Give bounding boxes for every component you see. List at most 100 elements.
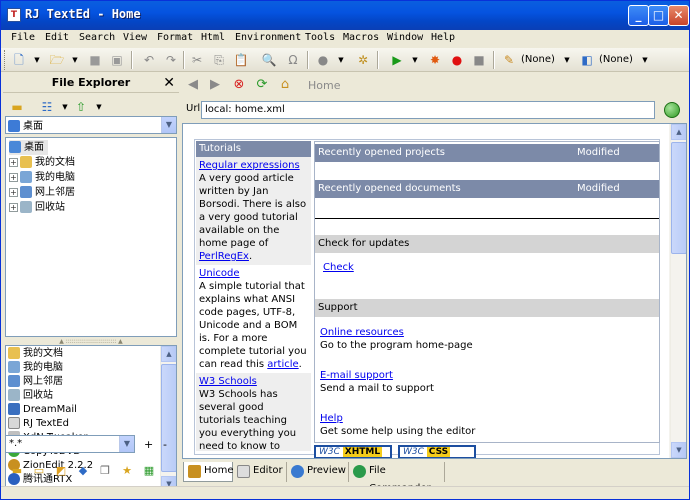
menu-edit[interactable]: Edit (45, 32, 69, 43)
expand-icon[interactable]: + (9, 172, 18, 182)
combo2-dropdown-icon[interactable]: ▼ (637, 52, 653, 68)
back-arrow-icon[interactable]: ◀ (185, 77, 201, 93)
menu-window[interactable]: Window (387, 32, 423, 43)
tab-editor[interactable]: Editor (233, 462, 287, 482)
view-scrollbar[interactable]: ▲ ▼ (669, 124, 686, 458)
grid-view-icon[interactable]: ▦ (141, 463, 157, 479)
list-item[interactable]: RJ TextEd (8, 417, 69, 431)
insert-dropdown-icon[interactable]: ▼ (333, 52, 349, 68)
list-item[interactable]: 回收站 (8, 389, 53, 403)
tab-file-commander[interactable]: File Commander (349, 462, 445, 494)
w3c-xhtml-badge[interactable]: W3C XHTML (314, 445, 392, 458)
menu-macros[interactable]: Macros (343, 32, 379, 43)
filter-add-button[interactable]: + (144, 438, 153, 451)
tree-item[interactable]: + 我的文档 (9, 155, 75, 170)
list-item[interactable]: 我的电脑 (8, 361, 63, 375)
go-icon[interactable] (664, 102, 680, 118)
open-dropdown-icon[interactable]: ▼ (67, 52, 83, 68)
folder-icon[interactable]: ▬ (9, 99, 25, 115)
combo1-value[interactable]: (None) (521, 54, 555, 65)
save-icon[interactable]: ■ (87, 52, 103, 68)
list-item[interactable]: 网上邻居 (8, 375, 63, 389)
view-mode-icon[interactable]: ☷ (39, 99, 55, 115)
menu-view[interactable]: View (123, 32, 147, 43)
menu-environment[interactable]: Environment (235, 32, 301, 43)
regex-link[interactable]: Regular expressions (199, 160, 300, 171)
folder-star-icon[interactable]: ◩ (53, 463, 69, 479)
tree-item[interactable]: 桌面 (9, 140, 48, 155)
tree-item[interactable]: + 我的电脑 (9, 170, 75, 185)
network-drive-icon[interactable]: ◆ (75, 463, 91, 479)
up-dropdown-icon[interactable]: ▼ (91, 99, 107, 115)
omega-icon[interactable]: Ω (285, 52, 301, 68)
home-nav-label[interactable]: Home (308, 79, 340, 92)
toolbar-grip[interactable] (4, 50, 7, 70)
open-file-icon[interactable]: 🗁 (49, 52, 65, 68)
undo-icon[interactable]: ↶ (141, 52, 157, 68)
list-item[interactable]: DreamMail (8, 403, 77, 417)
unicode-link[interactable]: Unicode (199, 268, 240, 279)
play-dropdown-icon[interactable]: ▼ (407, 52, 423, 68)
w3c-css-badge[interactable]: W3C CSS (398, 445, 476, 458)
menu-file[interactable]: File (11, 32, 35, 43)
filter-combo[interactable]: *.* ▼ (5, 435, 135, 453)
url-input[interactable]: local: home.xml (201, 101, 655, 119)
redo-icon[interactable]: ↷ (163, 52, 179, 68)
stop-macro-icon[interactable]: ■ (471, 52, 487, 68)
new-file-icon[interactable]: 🗋 (11, 52, 27, 68)
w3schools-link[interactable]: W3 Schools (199, 376, 257, 387)
highlighter-icon[interactable]: ◧ (579, 52, 595, 68)
pencil-icon[interactable]: ✎ (501, 52, 517, 68)
scroll-up-icon[interactable]: ▲ (671, 124, 686, 140)
tab-preview[interactable]: Preview (287, 462, 349, 482)
chevron-down-icon[interactable]: ▼ (119, 436, 134, 452)
refresh-icon[interactable]: ⟳ (254, 77, 270, 93)
combo2-value[interactable]: (None) (599, 54, 633, 65)
view-dropdown-icon[interactable]: ▼ (57, 99, 73, 115)
open-folder-icon[interactable]: ▭ (31, 463, 47, 479)
expand-icon[interactable]: + (9, 187, 18, 197)
close-button[interactable]: ✕ (668, 5, 689, 26)
close-panel-icon[interactable]: ✕ (163, 73, 175, 93)
tree-item[interactable]: + 网上邻居 (9, 185, 75, 200)
article-link[interactable]: article (267, 359, 298, 370)
view-scrollbar-track[interactable]: ▲ ▼ (670, 124, 686, 458)
record-macro-icon[interactable]: ● (449, 52, 465, 68)
cut-icon[interactable]: ✂ (189, 52, 205, 68)
menu-format[interactable]: Format (157, 32, 193, 43)
online-resources-link[interactable]: Online resources (320, 327, 404, 338)
menu-search[interactable]: Search (79, 32, 115, 43)
tree-item[interactable]: + 回收站 (9, 200, 65, 215)
copy-file-icon[interactable]: ❐ (97, 463, 113, 479)
up-folder-icon[interactable]: ⇧ (73, 99, 89, 115)
menu-help[interactable]: Help (431, 32, 455, 43)
new-dropdown-icon[interactable]: ▼ (29, 52, 45, 68)
scroll-down-icon[interactable]: ▼ (671, 442, 686, 458)
home-icon[interactable]: ⌂ (277, 77, 293, 93)
perlregex-link[interactable]: PerlRegEx (199, 251, 249, 262)
combo1-dropdown-icon[interactable]: ▼ (559, 52, 575, 68)
check-link-text[interactable]: Check (323, 262, 354, 273)
check-link[interactable]: Check (323, 261, 354, 274)
step-icon[interactable]: ✸ (427, 52, 443, 68)
find-icon[interactable]: 🔍 (261, 52, 277, 68)
save-all-icon[interactable]: ▣ (109, 52, 125, 68)
app-icon[interactable]: T (7, 8, 21, 22)
paste-icon[interactable]: 📋 (233, 52, 249, 68)
maximize-button[interactable]: □ (648, 5, 669, 26)
new-folder-icon[interactable]: ▬ (9, 463, 25, 479)
scroll-thumb[interactable] (161, 364, 176, 472)
menu-tools[interactable]: Tools (305, 32, 335, 43)
tab-home[interactable]: Home (183, 462, 234, 482)
stop-icon[interactable]: ⊗ (231, 77, 247, 93)
help-link[interactable]: Help (320, 413, 343, 424)
scroll-up-icon[interactable]: ▲ (161, 346, 176, 362)
expand-icon[interactable]: + (9, 202, 18, 212)
expand-icon[interactable]: + (9, 157, 18, 167)
minimize-button[interactable]: _ (628, 5, 649, 26)
copy-icon[interactable]: ⎘ (211, 52, 227, 68)
scroll-thumb[interactable] (671, 142, 686, 254)
forward-arrow-icon[interactable]: ▶ (207, 77, 223, 93)
list-item[interactable]: 我的文档 (8, 347, 63, 361)
filter-remove-button[interactable]: - (163, 438, 167, 451)
